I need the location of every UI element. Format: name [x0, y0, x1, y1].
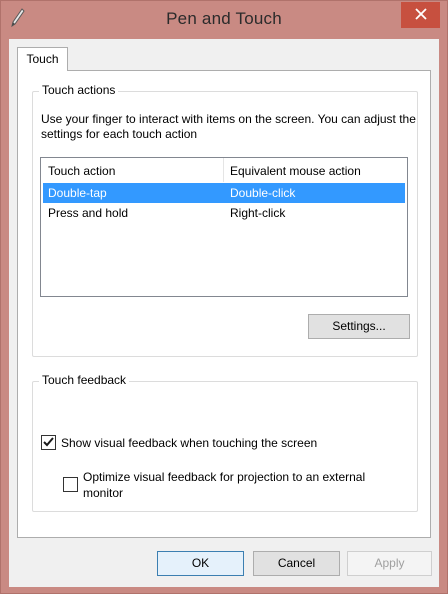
pen-and-touch-window: Pen and Touch Touch Touch actions Use yo…	[0, 0, 448, 594]
optimize-projection-label[interactable]: Optimize visual feedback for projection …	[83, 469, 393, 501]
list-row-press-and-hold[interactable]: Press and hold Right-click	[43, 203, 405, 223]
close-button[interactable]	[401, 2, 440, 28]
touch-actions-group: Touch actions Use your finger to interac…	[32, 83, 418, 357]
optimize-projection-checkbox[interactable]	[63, 477, 78, 492]
ok-button[interactable]: OK	[157, 551, 244, 576]
touch-feedback-group-label: Touch feedback	[39, 373, 130, 387]
close-icon	[414, 7, 427, 23]
window-title: Pen and Touch	[166, 9, 282, 28]
cell-mouse-action: Double-click	[230, 186, 296, 200]
show-visual-feedback-checkbox[interactable]	[41, 435, 56, 450]
column-divider[interactable]	[223, 158, 224, 182]
cell-touch-action: Press and hold	[48, 206, 129, 220]
touch-tab-panel: Touch actions Use your finger to interac…	[17, 70, 431, 538]
show-visual-feedback-label[interactable]: Show visual feedback when touching the s…	[61, 435, 317, 451]
cell-mouse-action: Right-click	[230, 206, 286, 220]
apply-button[interactable]: Apply	[347, 551, 432, 576]
touch-feedback-group: Touch feedback Show visual feedback when…	[32, 373, 418, 512]
settings-button[interactable]: Settings...	[308, 314, 410, 339]
touch-actions-group-label: Touch actions	[39, 83, 119, 97]
tab-touch[interactable]: Touch	[17, 47, 68, 71]
show-visual-feedback-option[interactable]: Show visual feedback when touching the s…	[41, 435, 317, 451]
column-header-touch-action[interactable]: Touch action	[48, 164, 115, 178]
column-header-mouse-action[interactable]: Equivalent mouse action	[230, 164, 361, 178]
dialog-client-area: Touch Touch actions Use your finger to i…	[9, 39, 439, 587]
optimize-projection-option[interactable]: Optimize visual feedback for projection …	[63, 469, 393, 501]
touch-actions-list[interactable]: Touch action Equivalent mouse action Dou…	[40, 157, 408, 297]
touch-actions-description: Use your finger to interact with items o…	[41, 112, 416, 141]
checkmark-icon	[42, 435, 55, 451]
list-header: Touch action Equivalent mouse action	[41, 158, 407, 182]
list-row-double-tap[interactable]: Double-tap Double-click	[43, 183, 405, 203]
cell-touch-action: Double-tap	[48, 186, 107, 200]
cancel-button[interactable]: Cancel	[253, 551, 340, 576]
title-bar[interactable]: Pen and Touch	[1, 1, 447, 39]
